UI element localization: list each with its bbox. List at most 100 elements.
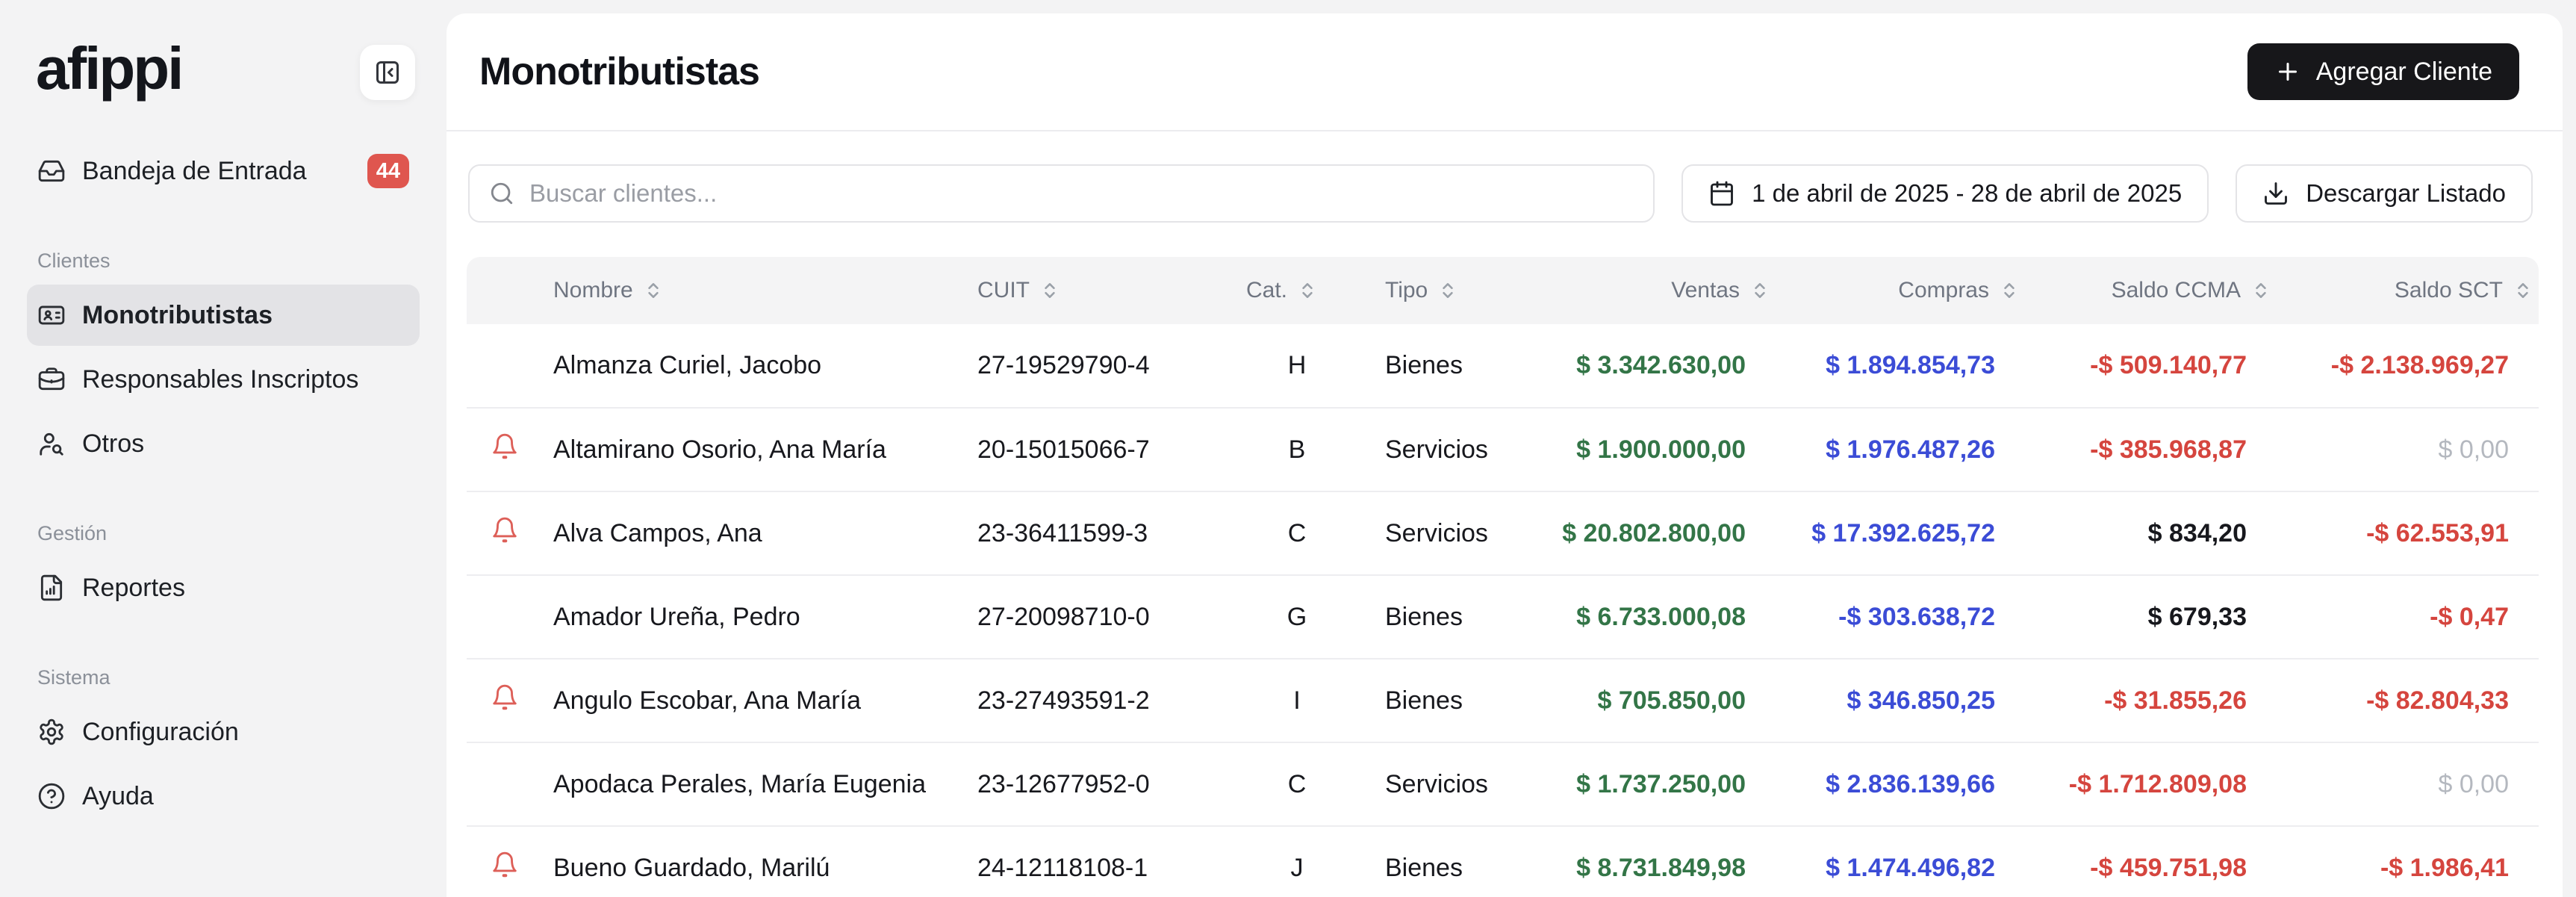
sidebar-item-reportes[interactable]: Reportes [27, 557, 420, 618]
col-nombre[interactable]: Nombre [553, 257, 977, 324]
cell-ccma: -$ 1.712.809,08 [2025, 742, 2277, 826]
sidebar-item-label: Bandeja de Entrada [82, 157, 307, 186]
cell-sct: -$ 0,47 [2277, 575, 2539, 659]
date-range-label: 1 de abril de 2025 - 28 de abril de 2025 [1752, 179, 2182, 208]
sidebar-item-label: Responsables Inscriptos [82, 365, 358, 394]
client-name: Almanza Curiel, Jacobo [553, 324, 977, 408]
id-card-icon [37, 301, 66, 329]
panel-collapse-icon [374, 59, 401, 86]
download-icon [2262, 180, 2289, 207]
date-range-button[interactable]: 1 de abril de 2025 - 28 de abril de 2025 [1681, 164, 2209, 223]
client-cuit: 27-20098710-0 [977, 575, 1246, 659]
sidebar-section-sistema: Sistema [27, 666, 420, 689]
download-list-label: Descargar Listado [2306, 179, 2506, 208]
cell-compras: $ 1.976.487,26 [1776, 408, 2025, 491]
client-cuit: 23-12677952-0 [977, 742, 1246, 826]
sidebar-section-gestion: Gestión [27, 522, 420, 545]
table-row[interactable]: Apodaca Perales, María Eugenia 23-126779… [467, 742, 2539, 826]
sidebar-item-otros[interactable]: Otros [27, 413, 420, 474]
client-cuit: 23-27493591-2 [977, 659, 1246, 742]
client-category: C [1246, 742, 1385, 826]
client-name: Amador Ureña, Pedro [553, 575, 977, 659]
client-category: J [1246, 826, 1385, 897]
table-row[interactable]: Angulo Escobar, Ana María 23-27493591-2 … [467, 659, 2539, 742]
cell-compras: $ 1.894.854,73 [1776, 324, 2025, 408]
cell-ccma: -$ 385.968,87 [2025, 408, 2277, 491]
sidebar-item-label: Monotributistas [82, 301, 273, 330]
table-header-row: Nombre CUIT Cat. Tipo Ventas Compras Sal… [467, 257, 2539, 324]
plus-icon [2274, 58, 2301, 85]
client-name: Apodaca Perales, María Eugenia [553, 742, 977, 826]
gear-icon [37, 718, 66, 746]
sidebar-item-inbox[interactable]: Bandeja de Entrada 44 [27, 140, 420, 202]
sidebar-collapse-button[interactable] [360, 45, 415, 100]
sidebar-item-ayuda[interactable]: Ayuda [27, 766, 420, 827]
client-cuit: 27-19529790-4 [977, 324, 1246, 408]
table-row[interactable]: Almanza Curiel, Jacobo 27-19529790-4 H B… [467, 324, 2539, 408]
search-box [468, 164, 1655, 223]
client-name: Bueno Guardado, Marilú [553, 826, 977, 897]
col-categoria[interactable]: Cat. [1246, 257, 1385, 324]
table-row[interactable]: Altamirano Osorio, Ana María 20-15015066… [467, 408, 2539, 491]
client-type: Bienes [1385, 826, 1527, 897]
add-client-button[interactable]: Agregar Cliente [2247, 43, 2519, 100]
content-card: Monotributistas Agregar Cliente 1 de abr… [447, 13, 2563, 897]
col-saldo-sct[interactable]: Saldo SCT [2277, 257, 2539, 324]
cell-compras: $ 2.836.139,66 [1776, 742, 2025, 826]
col-compras[interactable]: Compras [1776, 257, 2025, 324]
alert-bell-icon [491, 516, 519, 544]
cell-sct: $ 0,00 [2277, 742, 2539, 826]
client-cuit: 20-15015066-7 [977, 408, 1246, 491]
sidebar: afippi Bandeja de Entrada 44 Clientes Mo… [0, 0, 447, 897]
sort-icon [1040, 281, 1060, 300]
sidebar-item-label: Configuración [82, 718, 239, 747]
sort-icon [1438, 281, 1457, 300]
col-saldo-ccma[interactable]: Saldo CCMA [2025, 257, 2277, 324]
cell-ccma: $ 679,33 [2025, 575, 2277, 659]
cell-ccma: -$ 509.140,77 [2025, 324, 2277, 408]
inbox-count-badge: 44 [367, 154, 409, 188]
cell-compras: $ 346.850,25 [1776, 659, 2025, 742]
client-name: Alva Campos, Ana [553, 491, 977, 575]
briefcase-icon [37, 365, 66, 394]
col-alert [467, 257, 553, 324]
table-row[interactable]: Alva Campos, Ana 23-36411599-3 C Servici… [467, 491, 2539, 575]
cell-ventas: $ 705.850,00 [1527, 659, 1776, 742]
client-type: Bienes [1385, 324, 1527, 408]
page-title: Monotributistas [479, 49, 759, 94]
cell-ventas: $ 1.737.250,00 [1527, 742, 1776, 826]
download-list-button[interactable]: Descargar Listado [2236, 164, 2533, 223]
help-circle-icon [37, 782, 66, 810]
sidebar-item-configuracion[interactable]: Configuración [27, 701, 420, 763]
search-input[interactable] [529, 179, 1634, 208]
cell-compras: $ 1.474.496,82 [1776, 826, 2025, 897]
main-area: Monotributistas Agregar Cliente 1 de abr… [447, 0, 2576, 897]
client-category: G [1246, 575, 1385, 659]
cell-sct: -$ 82.804,33 [2277, 659, 2539, 742]
sidebar-item-monotributistas[interactable]: Monotributistas [27, 285, 420, 346]
client-type: Bienes [1385, 659, 1527, 742]
cell-compras: $ 17.392.625,72 [1776, 491, 2025, 575]
sidebar-item-responsables-inscriptos[interactable]: Responsables Inscriptos [27, 349, 420, 410]
file-chart-icon [37, 574, 66, 602]
client-category: H [1246, 324, 1385, 408]
client-type: Bienes [1385, 575, 1527, 659]
col-cuit[interactable]: CUIT [977, 257, 1246, 324]
col-ventas[interactable]: Ventas [1527, 257, 1776, 324]
client-type: Servicios [1385, 491, 1527, 575]
col-tipo[interactable]: Tipo [1385, 257, 1527, 324]
table-row[interactable]: Bueno Guardado, Marilú 24-12118108-1 J B… [467, 826, 2539, 897]
user-search-icon [37, 429, 66, 458]
sidebar-item-label: Reportes [82, 574, 185, 603]
client-category: B [1246, 408, 1385, 491]
clients-table: Nombre CUIT Cat. Tipo Ventas Compras Sal… [467, 257, 2536, 897]
cell-sct: $ 0,00 [2277, 408, 2539, 491]
cell-sct: -$ 62.553,91 [2277, 491, 2539, 575]
cell-ccma: -$ 31.855,26 [2025, 659, 2277, 742]
sort-icon [1298, 281, 1317, 300]
calendar-icon [1708, 180, 1735, 207]
client-cuit: 24-12118108-1 [977, 826, 1246, 897]
alert-bell-icon [491, 432, 519, 461]
sidebar-section-clientes: Clientes [27, 249, 420, 273]
table-row[interactable]: Amador Ureña, Pedro 27-20098710-0 G Bien… [467, 575, 2539, 659]
